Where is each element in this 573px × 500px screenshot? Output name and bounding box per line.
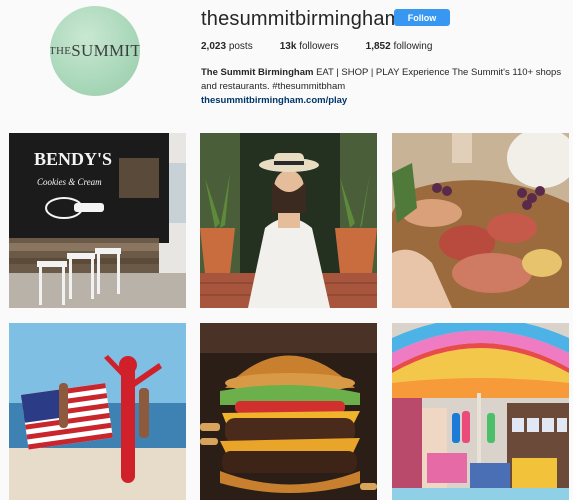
profile-avatar[interactable]: THESUMMIT — [50, 6, 140, 96]
profile-username: thesummitbirmingham — [201, 8, 402, 30]
post-woman-in-hat[interactable] — [200, 133, 377, 308]
truck-sign-subtext: Cookies & Cream — [37, 177, 102, 187]
profile-bio: The Summit Birmingham EAT | SHOP | PLAY … — [201, 66, 571, 108]
post-rainbow-umbrella[interactable] — [392, 323, 569, 500]
posts-count: 2,023 posts — [201, 41, 253, 52]
bio-link[interactable]: thesummitbirmingham.com/play — [201, 94, 571, 108]
follow-button[interactable]: Follow — [394, 9, 450, 26]
profile-stats: 2,023 posts 13k followers 1,852 followin… — [201, 41, 459, 52]
following-count[interactable]: 1,852 following — [366, 41, 433, 52]
post-charcuterie-board[interactable] — [392, 133, 569, 308]
post-food-truck[interactable]: BENDY'S Cookies & Cream — [9, 133, 186, 308]
post-beach-flag[interactable] — [9, 323, 186, 500]
summit-logo: THESUMMIT — [50, 41, 140, 60]
followers-count[interactable]: 13k followers — [280, 41, 339, 52]
truck-sign-text: BENDY'S — [34, 149, 112, 169]
bio-name: The Summit Birmingham — [201, 67, 314, 78]
post-cheeseburger[interactable] — [200, 323, 377, 500]
